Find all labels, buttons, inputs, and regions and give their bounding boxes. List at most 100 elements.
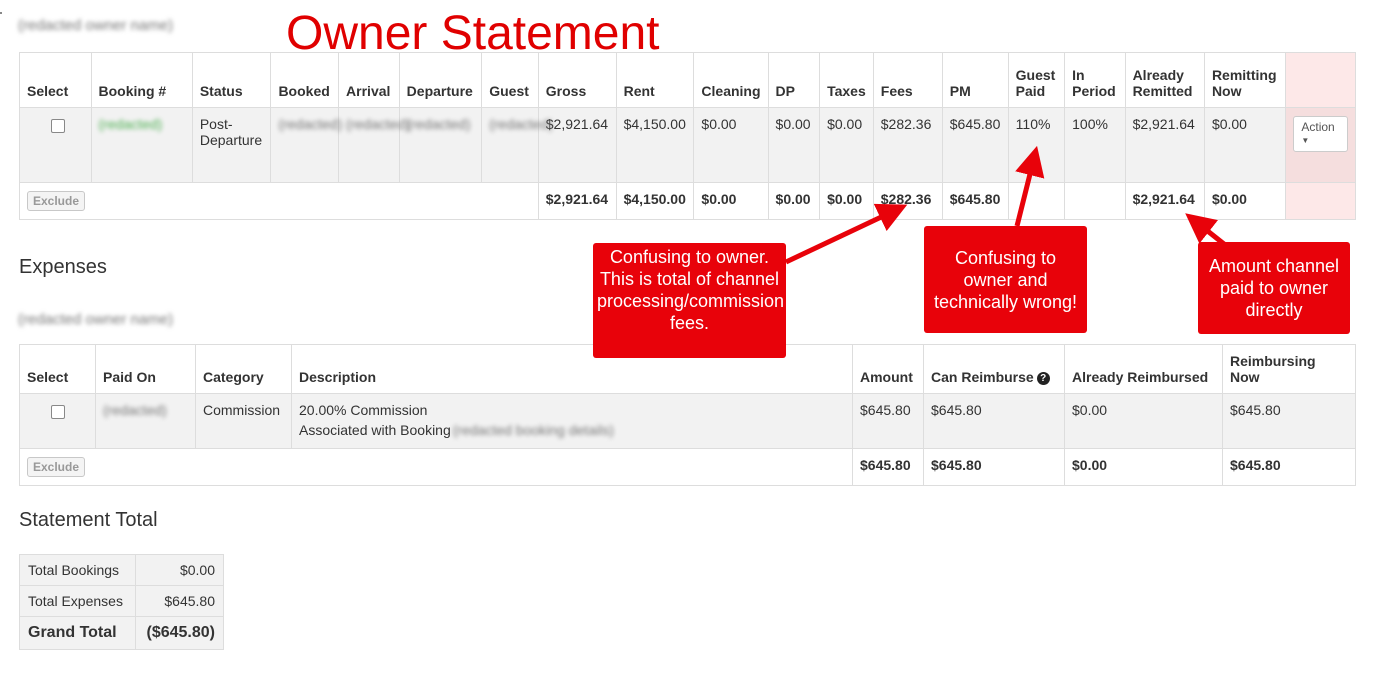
total-bookings-row: Total Bookings $0.00 (19, 554, 225, 586)
expenses-table: Select Paid On Category Description Amou… (19, 344, 1356, 486)
col-guest-paid: Guest Paid (1007, 52, 1066, 108)
remitted-callout: Amount channel paid to owner directly (1198, 242, 1350, 334)
question-circle-icon[interactable]: ? (1036, 372, 1050, 385)
action-cell: Action ▼ (1285, 107, 1356, 183)
owner-name: (redacted owner name) (18, 17, 174, 34)
total-cleaning: $0.00 (693, 182, 769, 220)
grand-total-value: ($645.80) (134, 616, 225, 650)
expense-row: (redacted) Commission 20.00% Commission … (19, 393, 1356, 449)
statement-total-heading: Statement Total (19, 509, 158, 531)
col-select: Select (19, 344, 96, 394)
remitting-now-cell: $0.00 (1203, 107, 1287, 183)
pm-cell: $645.80 (941, 107, 1009, 183)
col-fees: Fees (872, 52, 943, 108)
expenses-heading: Expenses (19, 256, 107, 278)
total-gross: $2,921.64 (537, 182, 617, 220)
rent-cell: $4,150.00 (615, 107, 695, 183)
expenses-exclude-button[interactable]: Exclude (27, 457, 86, 477)
action-label: Action (1301, 120, 1335, 134)
status-cell: Post-Departure (191, 107, 272, 183)
grand-total-label: Grand Total (19, 616, 136, 650)
amount-cell: $645.80 (852, 393, 924, 449)
paid-on-cell: (redacted) (95, 393, 196, 449)
col-remitting-now: Remitting Now (1203, 52, 1287, 108)
select-cell (19, 107, 92, 183)
select-cell (19, 393, 96, 449)
guest-paid-cell: 110% (1007, 107, 1066, 183)
total-rent: $4,150.00 (615, 182, 695, 220)
bookings-table: Select Booking # Status Booked Arrival D… (19, 52, 1356, 220)
col-pm: PM (941, 52, 1009, 108)
col-gross: Gross (537, 52, 617, 108)
grand-total-row: Grand Total ($645.80) (19, 616, 225, 650)
category-cell: Commission (195, 393, 292, 449)
col-arrival: Arrival (338, 52, 400, 108)
total-already-reimbursed: $0.00 (1064, 448, 1223, 486)
col-action (1285, 52, 1356, 108)
col-departure: Departure (398, 52, 483, 108)
guest-cell: (redacted) (481, 107, 553, 183)
total-expenses-label: Total Expenses (19, 585, 136, 617)
fees-callout: Confusing to owner. This is total of cha… (593, 243, 786, 358)
booking-select-checkbox[interactable] (51, 119, 65, 133)
in-period-cell: 100% (1064, 107, 1126, 183)
total-bookings-value: $0.00 (134, 554, 225, 586)
can-reimburse-cell: $645.80 (923, 393, 1065, 449)
col-status: Status (191, 52, 272, 108)
caret-down-icon: ▼ (1301, 136, 1310, 145)
already-remitted-cell: $2,921.64 (1124, 107, 1205, 183)
guest-paid-callout: Confusing to owner and technically wrong… (924, 226, 1087, 333)
bookings-exclude-cell: Exclude (19, 182, 539, 220)
statement-total-table: Total Bookings $0.00 Total Expenses $645… (19, 554, 225, 650)
bookings-exclude-button[interactable]: Exclude (27, 191, 86, 211)
arrow-to-already-remitted (1185, 213, 1226, 246)
col-cleaning: Cleaning (693, 52, 769, 108)
total-in-period (1064, 182, 1126, 220)
col-booked: Booked (270, 52, 340, 108)
departure-cell: (redacted) (398, 107, 483, 183)
taxes-cell: $0.00 (819, 107, 874, 183)
fees-cell: $282.36 (872, 107, 943, 183)
bookings-header-row: Select Booking # Status Booked Arrival D… (19, 52, 1356, 108)
col-in-period: In Period (1064, 52, 1126, 108)
total-expenses-value: $645.80 (134, 585, 225, 617)
expense-select-checkbox[interactable] (51, 405, 65, 419)
total-remitting-now: $0.00 (1203, 182, 1287, 220)
arrival-cell: (redacted) (338, 107, 410, 183)
action-dropdown-button[interactable]: Action ▼ (1293, 116, 1348, 152)
col-select: Select (19, 52, 92, 108)
expenses-owner-name: (redacted owner name) (18, 311, 174, 328)
col-already-remitted: Already Remitted (1124, 52, 1205, 108)
total-action (1285, 182, 1356, 220)
total-reimbursing-now: $645.80 (1222, 448, 1356, 486)
description-line2: Associated with Booking (redacted booking… (299, 422, 614, 438)
total-bookings-label: Total Bookings (19, 554, 136, 586)
dp-cell: $0.00 (767, 107, 821, 183)
col-already-reimbursed: Already Reimbursed (1064, 344, 1223, 394)
total-pm: $645.80 (941, 182, 1009, 220)
col-dp: DP (767, 52, 821, 108)
booking-number-link[interactable]: (redacted) (99, 116, 163, 132)
total-expenses-row: Total Expenses $645.80 (19, 585, 225, 617)
col-booking-number: Booking # (90, 52, 193, 108)
page-marker (0, 12, 2, 14)
total-dp: $0.00 (767, 182, 821, 220)
total-amount: $645.80 (852, 448, 924, 486)
col-category: Category (195, 344, 292, 394)
reimbursing-now-cell: $645.80 (1222, 393, 1356, 449)
already-reimbursed-cell: $0.00 (1064, 393, 1223, 449)
col-reimbursing-now: Reimbursing Now (1222, 344, 1356, 394)
booking-number-cell[interactable]: (redacted) (90, 107, 193, 183)
booking-row: (redacted) Post-Departure (redacted) (re… (19, 107, 1356, 183)
description-cell: 20.00% Commission Associated with Bookin… (291, 393, 853, 449)
col-guest: Guest (481, 52, 539, 108)
col-paid-on: Paid On (95, 344, 196, 394)
col-rent: Rent (615, 52, 695, 108)
col-taxes: Taxes (819, 52, 874, 108)
col-amount: Amount (852, 344, 924, 394)
total-guest-paid (1007, 182, 1066, 220)
cleaning-cell: $0.00 (693, 107, 769, 183)
description-line1: 20.00% Commission (299, 402, 428, 418)
total-taxes: $0.00 (819, 182, 874, 220)
expenses-totals-row: Exclude $645.80 $645.80 $0.00 $645.80 (19, 448, 1356, 486)
